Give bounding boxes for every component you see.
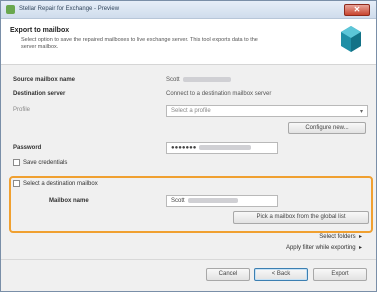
password-label: Password: [13, 145, 42, 151]
profile-selected-value: Select a profile: [171, 108, 211, 114]
close-button[interactable]: ✕: [344, 4, 370, 16]
apply-filter-link[interactable]: Apply filter while exporting ▸: [286, 244, 362, 251]
exchange-logo-icon: [341, 26, 361, 52]
pick-mailbox-button[interactable]: Pick a mailbox from the global list: [233, 211, 369, 224]
back-button[interactable]: < Back: [254, 268, 308, 281]
title-bar: Stellar Repair for Exchange - Preview ✕: [1, 1, 376, 19]
export-dialog: Stellar Repair for Exchange - Preview ✕ …: [0, 0, 377, 292]
dialog-header: Export to mailbox Select option to save …: [1, 19, 376, 65]
save-credentials-label: Save credentials: [23, 160, 68, 166]
export-button[interactable]: Export: [313, 268, 367, 281]
source-mailbox-value: Scott: [166, 77, 231, 83]
destination-server-label: Destination server: [13, 91, 66, 97]
destination-mailbox-group-label: Select a destination mailbox: [23, 181, 98, 187]
profile-label: Profile: [13, 107, 31, 113]
header-title: Export to mailbox: [10, 27, 70, 34]
profile-dropdown[interactable]: Select a profile ▾: [166, 105, 368, 117]
mailbox-name-label: Mailbox name: [49, 198, 89, 204]
configure-profile-button[interactable]: Configure new...: [288, 122, 366, 134]
save-credentials-checkbox[interactable]: [13, 159, 20, 166]
cancel-button[interactable]: Cancel: [206, 268, 250, 281]
select-folders-link[interactable]: Select folders ▸: [319, 233, 362, 240]
chevron-down-icon: ▾: [359, 109, 363, 115]
app-icon: [6, 5, 15, 14]
mailbox-name-input[interactable]: Scott: [166, 195, 278, 207]
destination-mailbox-checkbox[interactable]: [13, 180, 20, 187]
window-title: Stellar Repair for Exchange - Preview: [19, 6, 120, 12]
password-input[interactable]: ●●●●●●●: [166, 142, 278, 154]
source-mailbox-label: Source mailbox name: [13, 77, 76, 83]
header-description: Select option to save the repaired mailb…: [21, 37, 258, 50]
destination-server-value: Connect to a destination mailbox server: [166, 91, 272, 97]
footer-divider: [1, 259, 376, 260]
